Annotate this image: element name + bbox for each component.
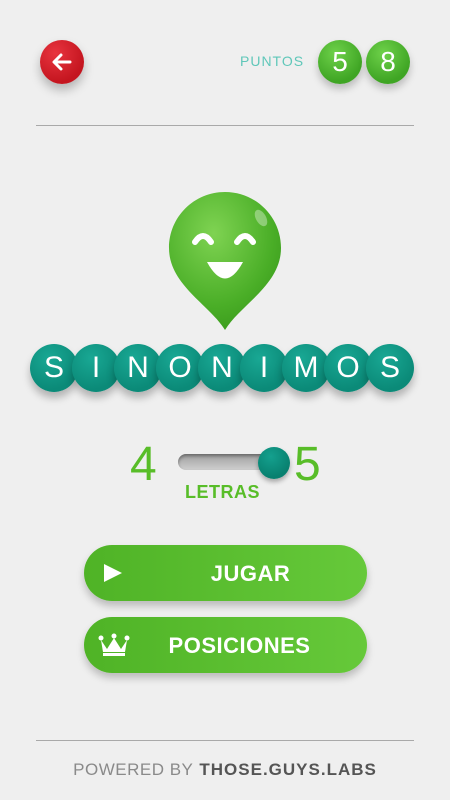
brand-name: THOSE.GUYS.LABS (199, 760, 377, 779)
title-letter: M (282, 344, 330, 392)
points-digit-2: 8 (366, 40, 410, 84)
game-title: S I N O N I M O S (30, 344, 420, 394)
back-button[interactable] (40, 40, 84, 84)
title-letter: O (156, 344, 204, 392)
max-letters-value: 5 (294, 438, 321, 491)
play-button-label: JUGAR (210, 561, 291, 586)
points-digit-1: 5 (318, 40, 362, 84)
letters-label: LETRAS (185, 482, 260, 502)
footer: POWERED BY THOSE.GUYS.LABS (0, 760, 450, 780)
play-button[interactable]: JUGAR (84, 545, 367, 601)
title-letter: I (240, 344, 288, 392)
letters-slider-handle[interactable] (258, 447, 290, 479)
title-letter: I (72, 344, 120, 392)
header-divider (36, 125, 414, 126)
footer-divider (36, 740, 414, 741)
powered-by-label: POWERED BY (73, 760, 194, 779)
min-letters-value: 4 (130, 438, 157, 491)
arrow-left-icon (52, 53, 72, 71)
title-letter: N (114, 344, 162, 392)
positions-button-label: POSICIONES (168, 633, 311, 658)
points-label: PUNTOS (240, 53, 305, 69)
title-letter: S (366, 344, 414, 392)
title-letter: O (324, 344, 372, 392)
positions-button[interactable]: POSICIONES (84, 617, 367, 673)
smiley-pin-icon (169, 192, 281, 330)
title-letter: S (30, 344, 78, 392)
title-letter: N (198, 344, 246, 392)
